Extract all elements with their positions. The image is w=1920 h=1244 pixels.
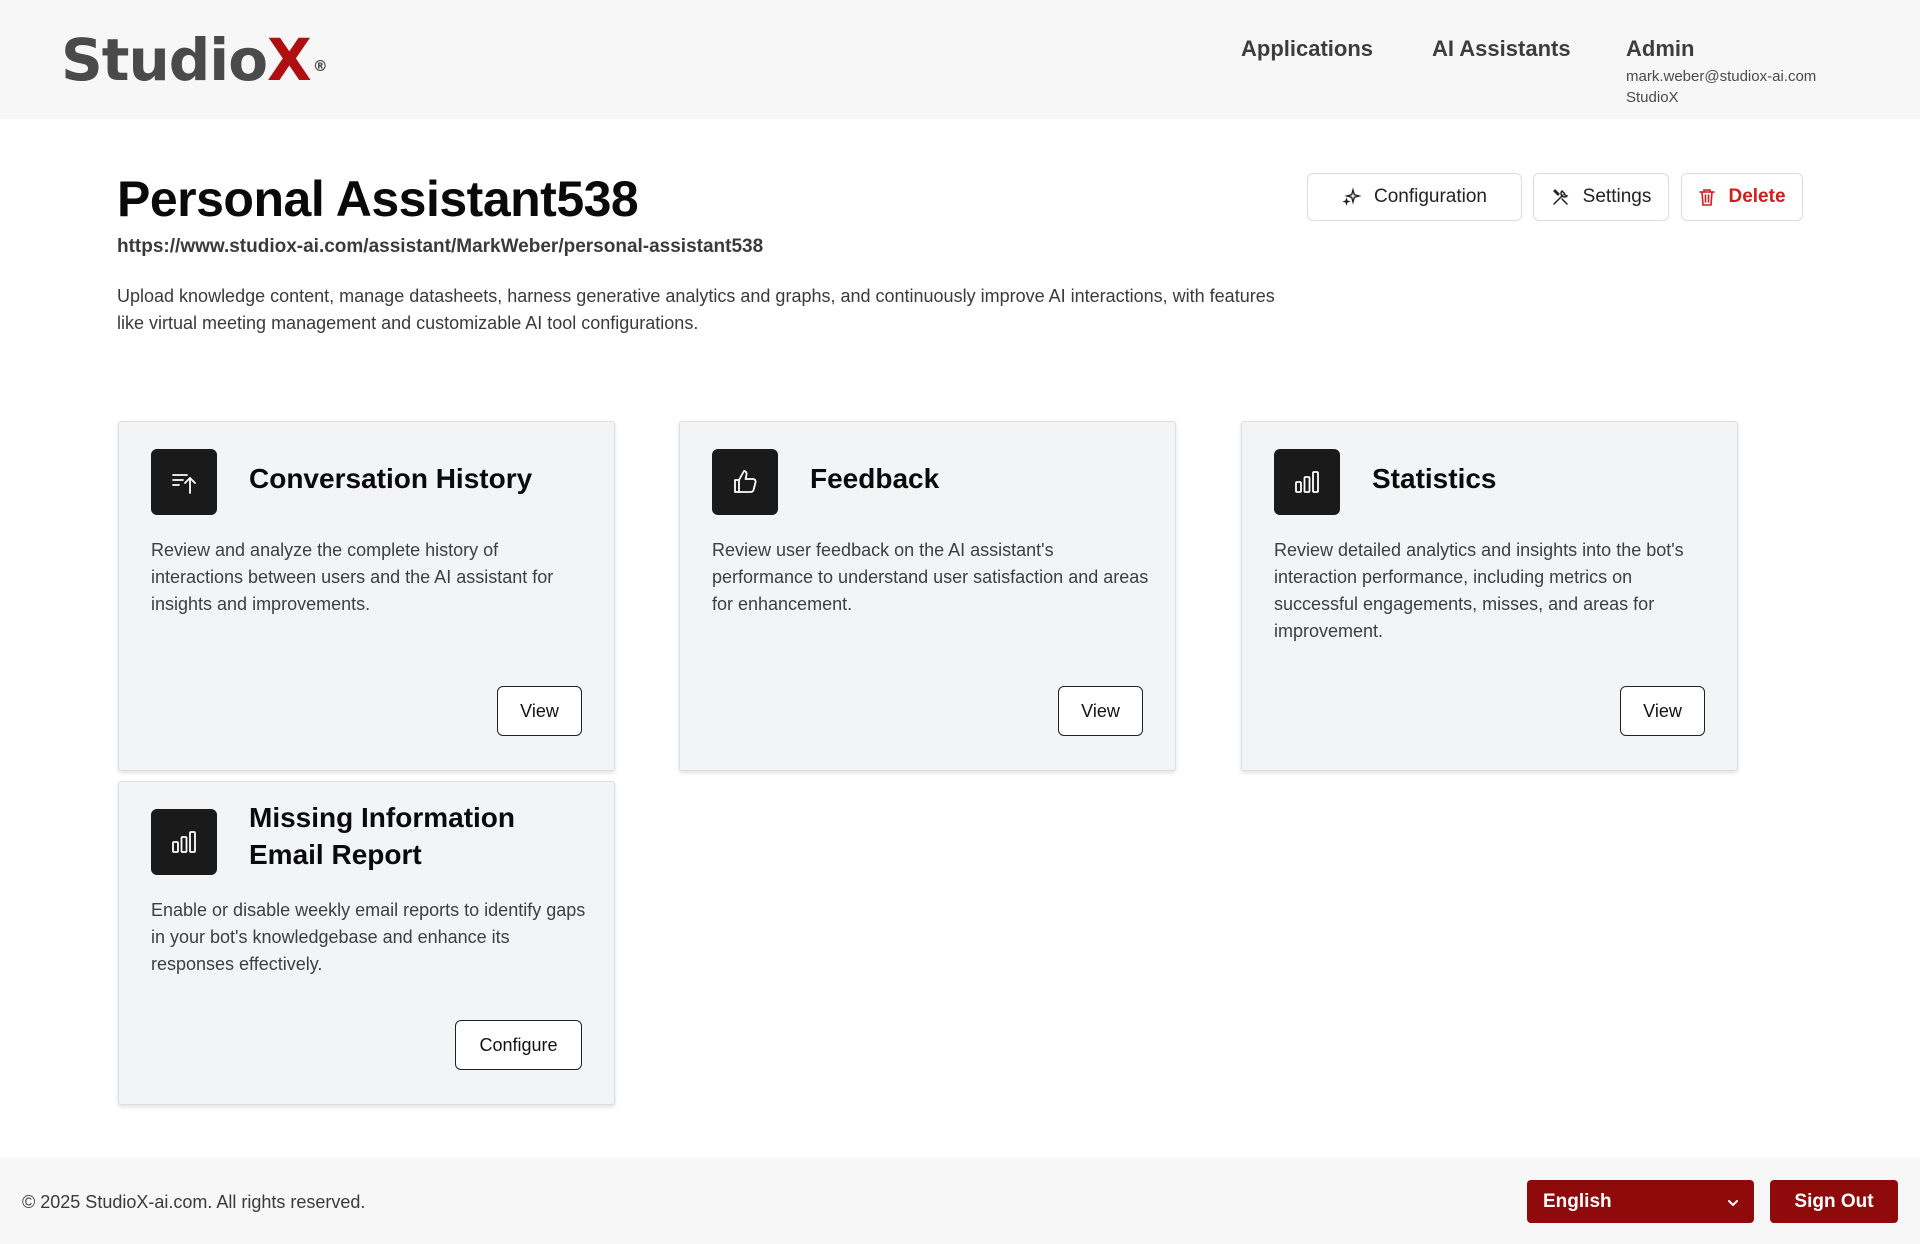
trash-icon: [1698, 187, 1716, 207]
view-conversation-history-button[interactable]: View: [497, 686, 582, 736]
view-statistics-button[interactable]: View: [1620, 686, 1705, 736]
bar-chart-icon: [151, 809, 217, 875]
chevron-down-icon: [1726, 1194, 1740, 1216]
admin-email: mark.weber@studiox-ai.com: [1626, 68, 1817, 85]
nav-applications[interactable]: Applications: [1241, 36, 1373, 62]
admin-title[interactable]: Admin: [1626, 36, 1816, 62]
delete-label: Delete: [1728, 186, 1786, 207]
nav-ai-assistants[interactable]: AI Assistants: [1432, 36, 1571, 62]
card-description: Review and analyze the complete history …: [151, 540, 554, 614]
settings-button[interactable]: Settings: [1533, 173, 1669, 221]
language-select[interactable]: English: [1527, 1180, 1754, 1223]
page-description: Upload knowledge content, manage datashe…: [117, 286, 1275, 333]
card-description: Enable or disable weekly email reports t…: [151, 900, 586, 974]
view-feedback-button[interactable]: View: [1058, 686, 1143, 736]
settings-label: Settings: [1582, 186, 1652, 207]
top-header: StudioX ® Applications AI Assistants Admi…: [0, 0, 1920, 119]
tools-icon: [1551, 187, 1571, 207]
bar-chart-icon: [1274, 449, 1340, 515]
configuration-label: Configuration: [1373, 186, 1488, 207]
studiox-logo[interactable]: StudioX ®: [61, 26, 328, 94]
language-value: English: [1543, 1190, 1612, 1212]
logo-registered-mark: ®: [312, 57, 328, 75]
admin-account[interactable]: Admin mark.weber@studiox-ai.com StudioX: [1626, 36, 1816, 106]
copyright-text: © 2025 StudioX-ai.com. All rights reserv…: [22, 1192, 366, 1212]
card-title: Statistics: [1372, 463, 1497, 494]
sparkle-icon: [1342, 187, 1362, 207]
logo-text: Studio: [61, 26, 268, 94]
page-title: Personal Assistant538: [117, 171, 639, 227]
page-footer: © 2025 StudioX-ai.com. All rights reserv…: [0, 1158, 1920, 1244]
thumbs-up-icon: [712, 449, 778, 515]
assistant-url: https://www.studiox-ai.com/assistant/Mar…: [117, 236, 764, 257]
missing-information-report-card: Missing Information Email Report Enable …: [118, 781, 615, 1105]
logo-accent: X: [267, 26, 312, 94]
configuration-button[interactable]: Configuration: [1307, 173, 1522, 221]
sign-out-button[interactable]: Sign Out: [1770, 1180, 1898, 1223]
sort-arrow-up-icon: [151, 449, 217, 515]
card-title: Feedback: [810, 463, 940, 494]
delete-button[interactable]: Delete: [1681, 173, 1803, 221]
feedback-card: Feedback Review user feedback on the AI …: [679, 421, 1176, 771]
card-description: Review user feedback on the AI assistant…: [712, 540, 1149, 614]
conversation-history-card: Conversation History Review and analyze …: [118, 421, 615, 771]
card-description: Review detailed analytics and insights i…: [1274, 540, 1684, 641]
statistics-card: Statistics Review detailed analytics and…: [1241, 421, 1738, 771]
card-title: Conversation History: [249, 463, 533, 494]
admin-org: StudioX: [1626, 89, 1679, 106]
configure-email-report-button[interactable]: Configure: [455, 1020, 582, 1070]
card-title: Missing Information Email Report: [249, 802, 515, 870]
